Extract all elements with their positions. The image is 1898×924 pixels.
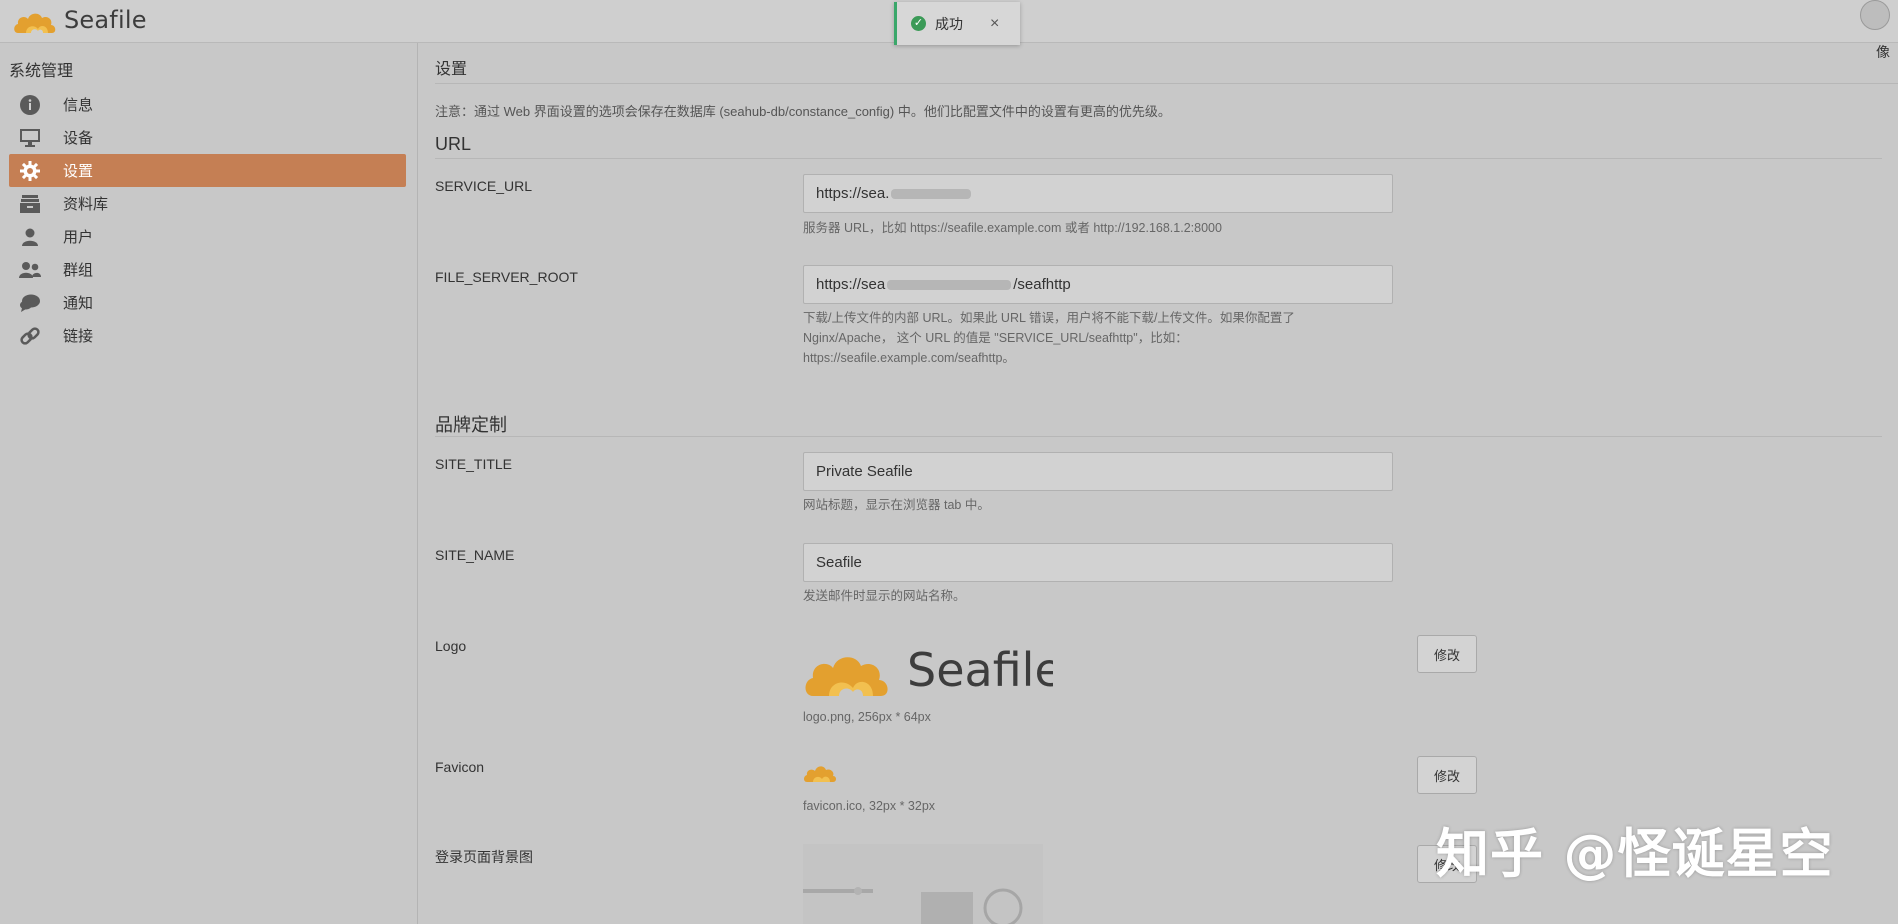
seafile-logo[interactable]: Seafile: [12, 3, 147, 37]
sidebar-item-users[interactable]: 用户: [9, 220, 406, 253]
section-url-title: URL: [435, 134, 472, 154]
sidebar-item-links[interactable]: 链接: [9, 319, 406, 352]
library-icon: [18, 192, 42, 216]
sidebar-item-label: 设备: [63, 130, 94, 147]
logo-change-button[interactable]: 修改: [1417, 635, 1477, 673]
favicon-preview-image: [803, 758, 837, 784]
site-title-input[interactable]: [803, 452, 1393, 491]
service-url-field[interactable]: https://sea.: [803, 174, 1393, 213]
watermark-text: 知乎 @怪诞星空: [1436, 824, 1834, 885]
sidebar-title: 系统管理: [9, 63, 74, 80]
sidebar: 系统管理 信息 设备 设置 资料库 用户 群组 通知 链接: [0, 43, 418, 924]
logo-preview-text: Seafile: [907, 643, 1053, 697]
sidebar-item-label: 用户: [63, 229, 94, 246]
divider: [435, 83, 1898, 84]
favicon-label: Favicon: [435, 759, 485, 775]
sidebar-item-settings[interactable]: 设置: [9, 154, 406, 187]
sidebar-item-label: 通知: [63, 295, 94, 312]
notification-icon: [18, 291, 42, 315]
login-bg-preview-image: [803, 844, 1043, 924]
sidebar-item-info[interactable]: 信息: [9, 88, 406, 121]
logo-label: Logo: [435, 638, 467, 654]
info-icon: [18, 93, 42, 117]
service-url-label: SERVICE_URL: [435, 178, 533, 194]
avatar-image: [1860, 0, 1890, 30]
check-circle-icon: ✓: [911, 16, 926, 31]
divider: [435, 158, 1882, 159]
success-toast: ✓ 成功 ×: [894, 2, 1020, 45]
service-url-value: https://sea.: [816, 185, 890, 202]
logo-preview-image: Seafile: [803, 630, 1063, 702]
user-icon: [18, 225, 42, 249]
sidebar-item-label: 信息: [63, 97, 94, 114]
login-bg-label: 登录页面背景图: [435, 849, 533, 865]
logo-text: Seafile: [64, 6, 147, 34]
sidebar-item-devices[interactable]: 设备: [9, 121, 406, 154]
gear-icon: [18, 159, 42, 183]
redacted-text: [891, 188, 972, 199]
sidebar-nav: 信息 设备 设置 资料库 用户 群组 通知 链接: [9, 88, 406, 352]
group-icon: [18, 258, 42, 282]
file-server-root-suffix: /seafhttp: [1013, 276, 1071, 293]
sidebar-item-label: 群组: [63, 262, 94, 279]
sidebar-item-groups[interactable]: 群组: [9, 253, 406, 286]
site-title-label: SITE_TITLE: [435, 456, 513, 472]
site-name-help: 发送邮件时显示的网站名称。: [803, 589, 966, 603]
sidebar-item-label: 设置: [63, 163, 94, 180]
toast-message: 成功: [935, 15, 963, 32]
sidebar-item-label: 资料库: [63, 196, 109, 213]
site-title-help: 网站标题，显示在浏览器 tab 中。: [803, 498, 990, 512]
file-server-root-label: FILE_SERVER_ROOT: [435, 269, 578, 285]
site-name-label: SITE_NAME: [435, 547, 515, 563]
site-name-input[interactable]: [803, 543, 1393, 582]
divider: [435, 436, 1882, 437]
logo-caption: logo.png, 256px * 64px: [803, 710, 931, 724]
sidebar-item-notifications[interactable]: 通知: [9, 286, 406, 319]
file-server-root-field[interactable]: https://sea /seafhttp: [803, 265, 1393, 304]
avatar[interactable]: 像: [1860, 0, 1890, 60]
toast-close-button[interactable]: ×: [990, 15, 999, 33]
service-url-help: 服务器 URL，比如 https://seafile.example.com 或…: [803, 221, 1222, 235]
cloud-logo-icon: [14, 13, 56, 33]
page-title: 设置: [435, 61, 468, 78]
monitor-icon: [18, 126, 42, 150]
sidebar-item-label: 链接: [63, 328, 94, 345]
main-content: 设置 注意：通过 Web 界面设置的选项会保存在数据库 (seahub-db/c…: [419, 43, 1898, 924]
section-branding-title: 品牌定制: [435, 415, 507, 435]
redacted-text: [887, 279, 1012, 290]
link-icon: [18, 324, 42, 348]
file-server-root-help: 下载/上传文件的内部 URL。如果此 URL 错误，用户将不能下载/上传文件。如…: [803, 311, 1295, 365]
favicon-caption: favicon.ico, 32px * 32px: [803, 799, 936, 813]
file-server-root-value: https://sea: [816, 276, 886, 293]
sidebar-item-libraries[interactable]: 资料库: [9, 187, 406, 220]
settings-notice: 注意：通过 Web 界面设置的选项会保存在数据库 (seahub-db/cons…: [435, 104, 1171, 119]
favicon-change-button[interactable]: 修改: [1417, 756, 1477, 794]
